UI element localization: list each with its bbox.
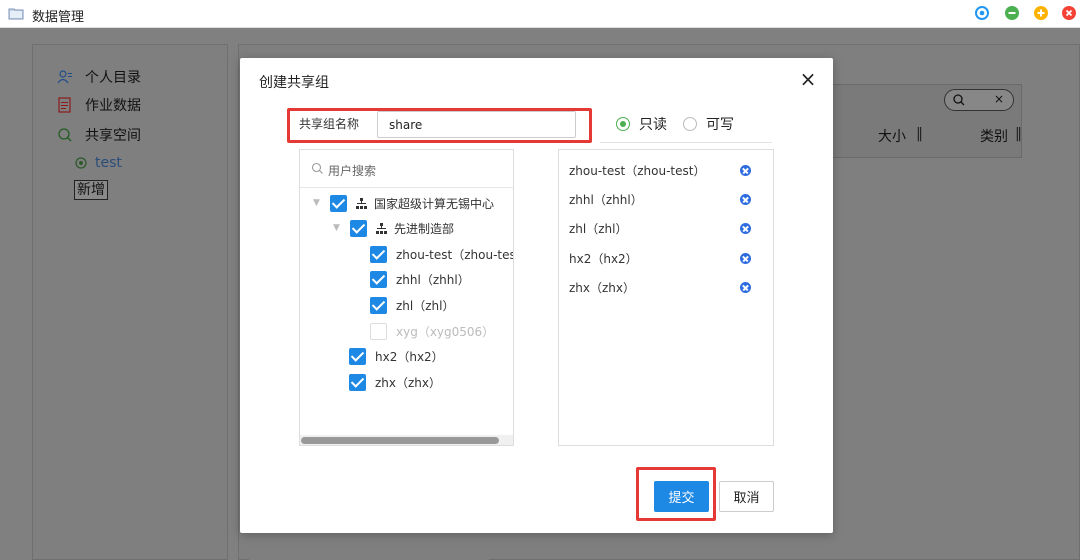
user-tree-panel: 用户搜索 ▼ 国家超级计算无锡中心 ▼ 先进制造部 zhou-test（zhou… — [299, 149, 514, 446]
divider — [600, 142, 772, 143]
column-resize-handle[interactable]: ‖ — [1015, 126, 1022, 142]
scrollbar-thumb[interactable] — [301, 437, 499, 444]
radio-readonly-label[interactable]: 只读 — [639, 114, 667, 134]
tree-node-user[interactable]: zhhl（zhhl） — [370, 269, 470, 289]
tree-node-org[interactable]: ▼ 国家超级计算无锡中心 — [313, 193, 494, 213]
tree-node-user-disabled: xyg（xyg0506） — [370, 321, 494, 341]
radio-readonly[interactable] — [616, 117, 630, 131]
column-header-size[interactable]: 大小 — [878, 126, 906, 146]
window-titlebar: 数据管理 — [0, 0, 1080, 28]
background-block — [249, 532, 489, 560]
selected-user-item: zhx（zhx） — [569, 277, 765, 297]
table-search[interactable]: × — [944, 89, 1014, 111]
caret-down-icon[interactable]: ▼ — [333, 223, 343, 233]
org-icon — [376, 222, 387, 234]
selected-users-panel: zhou-test（zhou-test） zhhl（zhhl） zhl（zhl）… — [558, 149, 774, 446]
sidebar-item-shared-space[interactable]: 共享空间 — [57, 125, 141, 145]
sidebar-item-job-data[interactable]: 作业数据 — [57, 95, 141, 115]
tree-node-dept[interactable]: ▼ 先进制造部 — [333, 218, 454, 238]
remove-icon[interactable] — [740, 222, 751, 234]
tree-node-user[interactable]: zhl（zhl） — [370, 295, 454, 315]
share-sub-icon — [75, 157, 87, 169]
checkbox[interactable] — [349, 373, 366, 391]
radio-writable[interactable] — [683, 117, 697, 131]
tree-node-user[interactable]: zhx（zhx） — [349, 372, 441, 392]
sidebar-subitem-label: test — [95, 155, 122, 171]
remove-icon[interactable] — [740, 281, 751, 293]
column-resize-handle[interactable]: ‖ — [916, 126, 923, 142]
folder-icon — [8, 8, 24, 20]
window-title: 数据管理 — [32, 10, 85, 25]
horizontal-scrollbar[interactable] — [300, 435, 513, 445]
selected-user-item: hx2（hx2） — [569, 248, 765, 268]
caret-down-icon[interactable]: ▼ — [313, 198, 323, 208]
checkbox[interactable] — [370, 296, 387, 314]
tree-node-label: xyg（xyg0506） — [396, 324, 495, 339]
document-icon — [58, 97, 71, 113]
search-icon — [953, 94, 965, 106]
selected-user-label: zhl（zhl） — [569, 221, 628, 236]
tree-node-label: zhhl（zhhl） — [396, 272, 470, 287]
cancel-button[interactable]: 取消 — [719, 481, 774, 512]
group-name-label: 共享组名称 — [299, 117, 360, 131]
tree-node-user[interactable]: hx2（hx2） — [349, 346, 444, 366]
sidebar-item-personal[interactable]: 个人目录 — [57, 67, 141, 87]
share-icon — [58, 128, 72, 142]
selected-user-item: zhhl（zhhl） — [569, 189, 765, 209]
search-clear-icon[interactable]: × — [994, 92, 1004, 106]
dialog-title: 创建共享组 — [259, 75, 329, 91]
sidebar-item-label: 作业数据 — [85, 98, 141, 114]
create-share-group-dialog: 创建共享组 × 共享组名称 只读 可写 用户搜索 ▼ 国家超级计算无锡中心 ▼ … — [240, 58, 833, 533]
selected-user-label: zhhl（zhhl） — [569, 192, 643, 207]
search-icon — [311, 162, 323, 174]
tree-node-user[interactable]: zhou-test（zhou-test） — [370, 244, 513, 264]
column-header-type[interactable]: 类别 — [980, 126, 1008, 146]
sidebar: 个人目录 作业数据 共享空间 test 新增 — [32, 44, 228, 560]
tree-node-label: zhl（zhl） — [396, 298, 455, 313]
close-icon[interactable] — [1062, 6, 1076, 20]
selected-user-label: zhou-test（zhou-test） — [569, 163, 706, 178]
user-search[interactable]: 用户搜索 — [300, 150, 513, 188]
tree-node-label: zhx（zhx） — [375, 375, 442, 390]
user-icon — [57, 70, 72, 84]
sidebar-subitem-test[interactable]: test — [73, 155, 122, 171]
submit-button[interactable]: 提交 — [654, 481, 709, 512]
checkbox[interactable] — [330, 194, 347, 212]
remove-icon[interactable] — [740, 164, 751, 176]
maximize-icon[interactable] — [1034, 6, 1048, 20]
selected-user-item: zhl（zhl） — [569, 218, 765, 238]
dialog-close-icon[interactable]: × — [797, 68, 819, 90]
minimize-icon[interactable] — [1005, 6, 1019, 20]
tree-node-label: zhou-test（zhou-test） — [396, 247, 513, 262]
selected-user-label: zhx（zhx） — [569, 280, 636, 295]
sidebar-item-label: 共享空间 — [85, 128, 141, 144]
org-icon — [356, 197, 367, 209]
remove-icon[interactable] — [740, 252, 751, 264]
checkbox[interactable] — [349, 347, 366, 365]
selected-user-label: hx2（hx2） — [569, 251, 638, 266]
sidebar-item-label: 个人目录 — [85, 70, 141, 86]
radio-writable-label[interactable]: 可写 — [706, 114, 734, 134]
sidebar-new-button[interactable]: 新增 — [74, 180, 108, 200]
user-search-placeholder: 用户搜索 — [328, 164, 377, 178]
checkbox-disabled — [370, 322, 387, 340]
selected-user-item: zhou-test（zhou-test） — [569, 160, 765, 180]
checkbox[interactable] — [370, 245, 387, 263]
remove-icon[interactable] — [740, 193, 751, 205]
checkbox[interactable] — [350, 219, 367, 237]
target-icon[interactable] — [975, 6, 989, 20]
tree-node-label: 国家超级计算无锡中心 — [374, 196, 495, 211]
tree-node-label: 先进制造部 — [394, 221, 455, 236]
group-name-input[interactable] — [377, 111, 576, 138]
permission-radio-group: 只读 可写 — [616, 114, 750, 134]
checkbox[interactable] — [370, 270, 387, 288]
tree-node-label: hx2（hx2） — [375, 349, 444, 364]
